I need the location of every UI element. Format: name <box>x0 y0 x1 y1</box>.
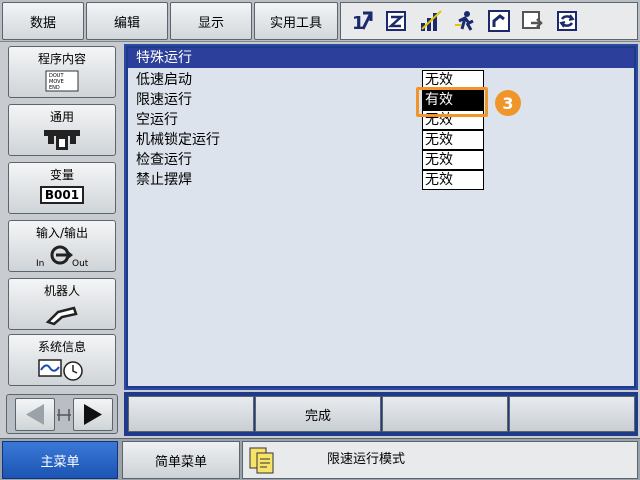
main-panel: 特殊运行 低速启动 无效 限速运行 有效 空运行 无效 机械锁定运行 无效 检查… <box>124 44 638 390</box>
system-info-icon <box>38 359 83 381</box>
pendant-mode-icon <box>522 11 543 29</box>
svg-text:Out: Out <box>72 259 89 268</box>
function-button-4[interactable] <box>509 396 635 432</box>
special-run-content: 特殊运行 低速启动 无效 限速运行 有效 空运行 无效 机械锁定运行 无效 检查… <box>128 48 634 386</box>
value-weaving-prohibit[interactable]: 无效 <box>422 170 484 190</box>
complete-button[interactable]: 完成 <box>255 396 381 432</box>
page-prev-button[interactable] <box>15 398 55 431</box>
sidebar-item-general[interactable]: 通用 <box>8 104 116 156</box>
tool-flange-icon <box>44 130 80 150</box>
cycle-icon <box>557 11 577 31</box>
footer-bar: 主菜单 简单菜单 限速运行模式 <box>0 438 640 480</box>
sidebar-item-label: 输入/输出 <box>35 226 89 240</box>
sidebar-item-variable[interactable]: 变量 B001 <box>8 162 116 214</box>
simple-menu-button[interactable]: 简单菜单 <box>122 441 240 479</box>
sidebar-item-label: 通用 <box>49 110 74 124</box>
arrow-left-icon <box>26 404 44 425</box>
variable-b001-icon: B001 <box>40 186 84 204</box>
svg-text:In: In <box>36 259 44 268</box>
program-document-icon: DOUT MOVE END <box>45 70 79 92</box>
robot-frame-icon <box>488 10 510 32</box>
robot-arm-icon <box>45 306 78 326</box>
menu-edit-button[interactable]: 编辑 <box>86 2 168 40</box>
sidebar-item-label: 变量 <box>49 168 74 182</box>
arrow-right-icon <box>84 404 102 425</box>
sidebar-item-system-info[interactable]: 系统信息 <box>8 334 116 386</box>
function-button-3[interactable] <box>382 396 508 432</box>
sidebar-item-label: 程序内容 <box>37 52 86 66</box>
status-icon-strip: 1 <box>340 2 638 40</box>
highlight-box <box>416 87 488 117</box>
function-button-row: 完成 <box>124 392 638 436</box>
running-person-icon <box>455 11 474 31</box>
svg-text:1: 1 <box>352 13 365 33</box>
message-area: 限速运行模式 <box>242 441 638 479</box>
edit-lock-icon <box>386 11 406 31</box>
status-message: 限速运行模式 <box>327 452 406 467</box>
menu-utility-button[interactable]: 实用工具 <box>254 2 338 40</box>
sidebar-item-input-output[interactable]: 输入/输出 In Out <box>8 220 116 272</box>
function-button-1[interactable] <box>128 396 254 432</box>
arrow-connector-icon <box>57 409 71 421</box>
step-badge: 3 <box>495 90 521 116</box>
svg-text:END: END <box>49 85 60 91</box>
sidebar-item-robot[interactable]: 机器人 <box>8 278 116 330</box>
row-label-weaving-prohibit: 禁止摆焊 <box>136 172 192 188</box>
sidebar-item-label: 系统信息 <box>37 340 86 354</box>
page-title: 特殊运行 <box>128 48 634 68</box>
row-label-machine-lock-run: 机械锁定运行 <box>136 132 220 148</box>
row-label-check-run: 检查运行 <box>136 152 192 168</box>
value-machine-lock-run[interactable]: 无效 <box>422 130 484 150</box>
row-label-dry-run: 空运行 <box>136 112 178 128</box>
value-check-run[interactable]: 无效 <box>422 150 484 170</box>
sidebar-item-program-content[interactable]: 程序内容 DOUT MOVE END <box>8 46 116 98</box>
page-next-button[interactable] <box>73 398 113 431</box>
top-menu-bar: 数据 编辑 显示 实用工具 1 <box>0 0 640 42</box>
input-output-icon: In Out <box>36 245 89 268</box>
step-mode-icon: 1 <box>352 11 373 33</box>
row-label-low-speed-start: 低速启动 <box>136 72 192 88</box>
row-label-limited-speed-run: 限速运行 <box>136 92 192 108</box>
menu-display-button[interactable]: 显示 <box>170 2 252 40</box>
sidebar-item-label: 机器人 <box>43 284 80 298</box>
signal-level-icon <box>421 10 442 31</box>
multi-window-icon <box>249 447 274 474</box>
menu-data-button[interactable]: 数据 <box>2 2 84 40</box>
main-menu-button[interactable]: 主菜单 <box>2 441 118 479</box>
page-arrows <box>6 394 118 434</box>
